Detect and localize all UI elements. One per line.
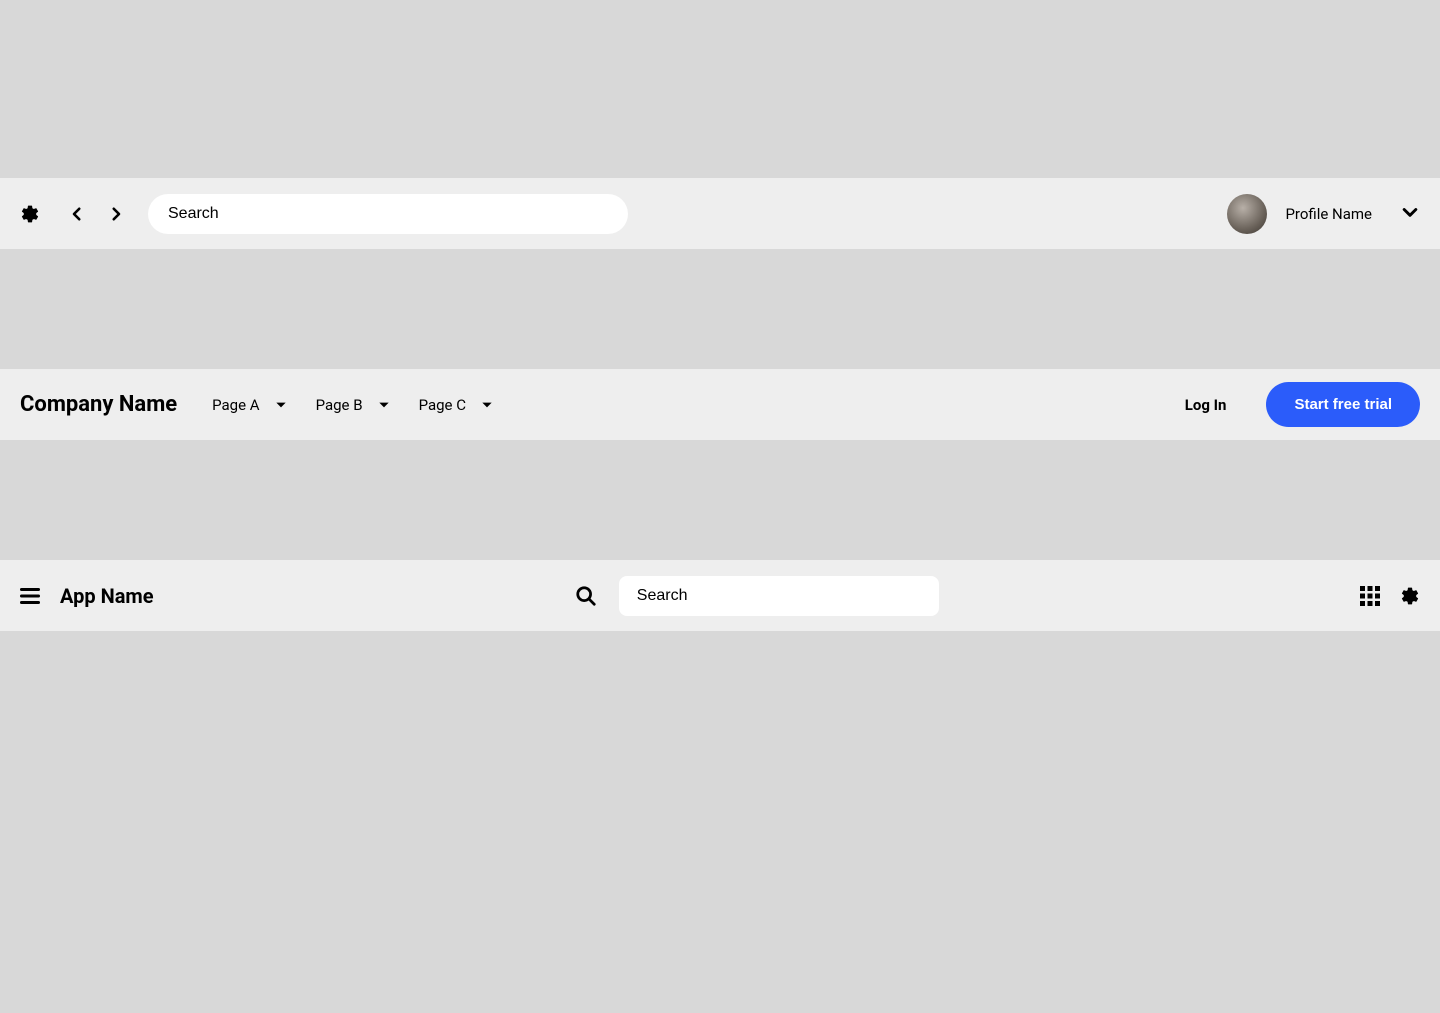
chevron-down-icon xyxy=(274,398,288,412)
center-search-group xyxy=(575,576,939,616)
chevron-down-icon xyxy=(377,398,391,412)
grid-icon[interactable] xyxy=(1360,586,1380,606)
search-input[interactable] xyxy=(619,576,939,616)
gear-icon[interactable] xyxy=(1400,586,1420,606)
search-input[interactable] xyxy=(148,194,628,234)
search-input-wrapper xyxy=(619,576,939,616)
nav-item-label: Page C xyxy=(419,396,466,414)
hamburger-icon[interactable] xyxy=(20,586,40,606)
chevron-right-icon[interactable] xyxy=(104,202,128,226)
chevron-down-icon xyxy=(480,398,494,412)
chevron-left-icon[interactable] xyxy=(65,202,89,226)
navbar-marketing: Company Name Page A Page B Page C Log In… xyxy=(0,369,1440,440)
nav-item-label: Page B xyxy=(316,396,363,414)
nav-item-page-a[interactable]: Page A xyxy=(212,396,287,414)
app-name: App Name xyxy=(60,584,154,608)
search-input-wrapper xyxy=(148,194,628,234)
chevron-down-icon xyxy=(1400,202,1420,226)
nav-item-page-b[interactable]: Page B xyxy=(316,396,391,414)
navbar-app: App Name xyxy=(0,560,1440,631)
start-trial-button[interactable]: Start free trial xyxy=(1266,382,1420,427)
avatar xyxy=(1227,194,1267,234)
gear-icon[interactable] xyxy=(20,204,40,224)
nav-item-page-c[interactable]: Page C xyxy=(419,396,494,414)
nav-links: Page A Page B Page C xyxy=(212,396,494,414)
navbar-profile: Profile Name xyxy=(0,178,1440,249)
profile-dropdown[interactable]: Profile Name xyxy=(1227,194,1420,234)
profile-name-label: Profile Name xyxy=(1285,205,1372,223)
search-icon[interactable] xyxy=(575,585,597,607)
nav-item-label: Page A xyxy=(212,396,259,414)
company-name: Company Name xyxy=(20,392,177,417)
login-link[interactable]: Log In xyxy=(1185,396,1227,414)
